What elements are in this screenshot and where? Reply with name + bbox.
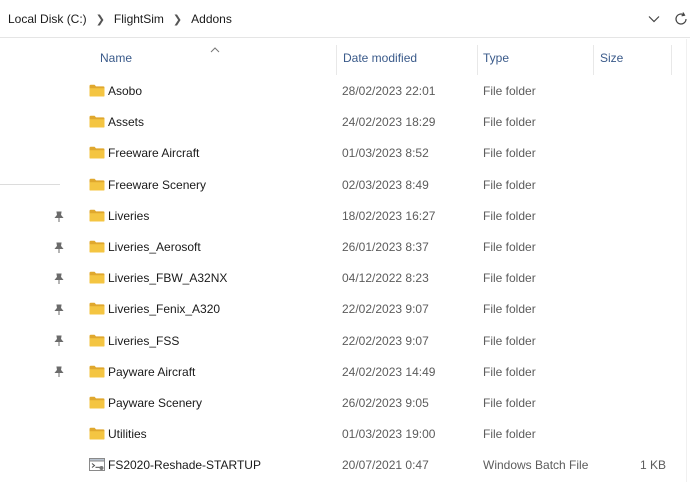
- folder-icon: [89, 365, 105, 378]
- column-divider[interactable]: [671, 45, 672, 75]
- pin-icon[interactable]: [52, 210, 66, 224]
- column-header-date-modified[interactable]: Date modified: [343, 51, 417, 65]
- item-name: FS2020-Reshade-STARTUP: [108, 458, 261, 473]
- chevron-right-icon[interactable]: ❯: [96, 13, 105, 26]
- item-date-modified: 22/02/2023 9:07: [342, 302, 429, 317]
- item-date-modified: 22/02/2023 9:07: [342, 333, 429, 348]
- list-item[interactable]: Utilities 01/03/2023 19:00 File folder: [70, 419, 690, 450]
- folder-icon: [89, 240, 105, 253]
- folder-icon: [89, 271, 105, 284]
- column-divider[interactable]: [336, 45, 337, 75]
- list-item[interactable]: Freeware Aircraft 01/03/2023 8:52 File fol…: [70, 138, 690, 169]
- column-header-size[interactable]: Size: [600, 51, 623, 65]
- item-date-modified: 24/02/2023 14:49: [342, 364, 436, 379]
- item-name: Assets: [108, 115, 145, 130]
- folder-icon: [89, 209, 105, 222]
- item-date-modified: 18/02/2023 16:27: [342, 208, 436, 223]
- list-item[interactable]: Payware Aircraft 24/02/2023 14:49 File fol…: [70, 357, 690, 388]
- item-date-modified: 02/03/2023 8:49: [342, 177, 429, 192]
- item-type: File folder: [483, 240, 536, 254]
- folder-icon: [89, 115, 105, 128]
- pin-icon[interactable]: [52, 241, 66, 255]
- item-date-modified: 28/02/2023 22:01: [342, 84, 436, 98]
- sort-ascending-icon: [210, 42, 220, 53]
- item-date-modified: 04/12/2022 8:23: [342, 271, 429, 286]
- item-name: Liveries: [108, 208, 150, 223]
- item-name: Liveries_FSS: [108, 333, 180, 348]
- item-type: File folder: [483, 302, 536, 317]
- item-type: Windows Batch File: [483, 458, 589, 473]
- item-type: File folder: [483, 364, 536, 379]
- column-header: Name Date modified Type Size: [70, 39, 690, 77]
- item-name: Utilities: [108, 427, 147, 442]
- pin-icon[interactable]: [52, 365, 66, 379]
- folder-icon: [89, 84, 105, 97]
- list-item[interactable]: Payware Scenery 26/02/2023 9:05 File folde…: [70, 388, 690, 419]
- pin-icon[interactable]: [52, 272, 66, 286]
- item-date-modified: 26/01/2023 8:37: [342, 240, 429, 254]
- list-item[interactable]: Asobo 28/02/2023 22:01 File folder: [70, 76, 690, 107]
- item-name: Payware Aircraft: [108, 364, 196, 379]
- item-type: File folder: [483, 115, 536, 130]
- column-divider[interactable]: [477, 45, 478, 75]
- folder-icon: [89, 146, 105, 159]
- list-item[interactable]: Liveries 18/02/2023 16:27 File folder: [70, 201, 690, 232]
- list-item[interactable]: Liveries_Aerosoft 26/01/2023 8:37 File fol…: [70, 232, 690, 263]
- breadcrumb-flightsim[interactable]: FlightSim: [114, 12, 164, 26]
- item-date-modified: 01/03/2023 19:00: [342, 427, 436, 442]
- chevron-right-icon[interactable]: ❯: [173, 13, 182, 26]
- item-name: Liveries_Fenix_A320: [108, 302, 221, 317]
- folder-icon: [89, 427, 105, 440]
- item-type: File folder: [483, 271, 536, 286]
- list-item[interactable]: FS2020-Reshade-STARTUP 20/07/2021 0:47 Win…: [70, 450, 690, 481]
- refresh-icon[interactable]: [673, 11, 690, 27]
- breadcrumb-addons[interactable]: Addons: [191, 12, 232, 26]
- item-name: Freeware Aircraft: [108, 146, 200, 161]
- item-name: Liveries_FBW_A32NX: [108, 271, 228, 286]
- list-item[interactable]: Liveries_FSS 22/02/2023 9:07 File folder: [70, 326, 690, 357]
- item-type: File folder: [483, 427, 536, 442]
- item-type: File folder: [483, 208, 536, 223]
- item-type: File folder: [483, 84, 536, 98]
- item-date-modified: 20/07/2021 0:47: [342, 458, 429, 473]
- item-date-modified: 26/02/2023 9:05: [342, 396, 429, 410]
- list-item[interactable]: Freeware Scenery 02/03/2023 8:49 File fold…: [70, 170, 690, 201]
- item-type: File folder: [483, 177, 536, 192]
- pin-icon[interactable]: [52, 334, 66, 348]
- item-size: 1 KB: [639, 458, 666, 473]
- folder-icon: [89, 302, 105, 315]
- item-name: Liveries_Aerosoft: [108, 240, 201, 254]
- item-name: Freeware Scenery: [108, 177, 207, 192]
- column-header-type[interactable]: Type: [483, 51, 509, 65]
- batch-file-icon: [89, 458, 105, 472]
- list-item[interactable]: Assets 24/02/2023 18:29 File folder: [70, 107, 690, 138]
- address-bar[interactable]: Local Disk (C:) ❯ FlightSim ❯ Addons: [0, 0, 690, 38]
- breadcrumb: Local Disk (C:) ❯ FlightSim ❯ Addons: [8, 12, 232, 26]
- pin-icon[interactable]: [52, 303, 66, 317]
- item-type: File folder: [483, 396, 536, 410]
- item-type: File folder: [483, 146, 536, 161]
- list-item[interactable]: Liveries_Fenix_A320 22/02/2023 9:07 File f…: [70, 294, 690, 325]
- item-type: File folder: [483, 333, 536, 348]
- item-name: Payware Scenery: [108, 396, 203, 410]
- folder-icon: [89, 334, 105, 347]
- item-date-modified: 01/03/2023 8:52: [342, 146, 429, 161]
- scrollbar-track[interactable]: [686, 39, 687, 482]
- chevron-down-icon[interactable]: [645, 11, 663, 27]
- folder-icon: [89, 396, 105, 409]
- column-header-name[interactable]: Name: [100, 51, 132, 65]
- navigation-pane[interactable]: [0, 39, 70, 482]
- nav-divider: [0, 184, 60, 185]
- item-name: Asobo: [108, 84, 143, 98]
- column-divider[interactable]: [593, 45, 594, 75]
- list-item[interactable]: Liveries_FBW_A32NX 04/12/2022 8:23 File fo…: [70, 263, 690, 294]
- folder-icon: [89, 178, 105, 191]
- breadcrumb-local-disk[interactable]: Local Disk (C:): [8, 12, 87, 26]
- item-date-modified: 24/02/2023 18:29: [342, 115, 436, 130]
